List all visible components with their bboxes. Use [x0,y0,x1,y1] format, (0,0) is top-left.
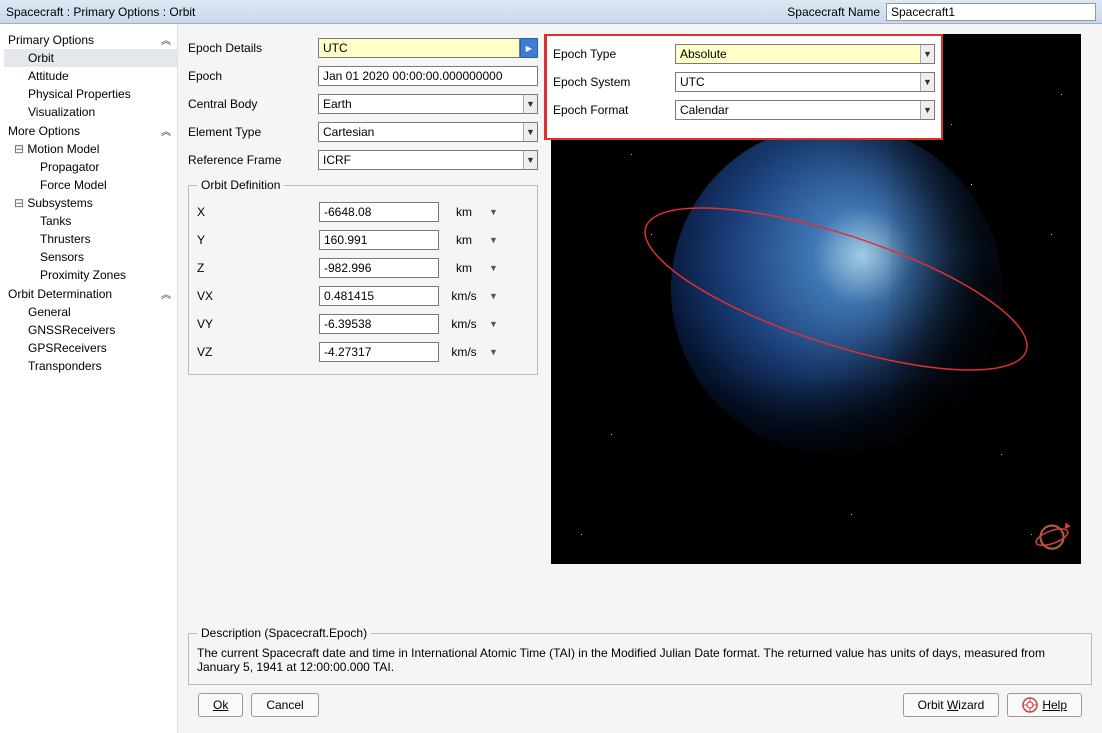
unit-menu-vx[interactable]: ▼ [489,291,503,301]
orbit-indicator-icon [1031,514,1073,556]
orbit-definition-legend: Orbit Definition [197,178,284,192]
sidebar-item-force-model[interactable]: Force Model [4,176,177,194]
orbit-x-unit: km [439,205,489,219]
central-body-combo[interactable]: Earth▼ [318,94,538,114]
section-primary-options[interactable]: Primary Options︽ [4,30,177,49]
epoch-details-popup-overlay: Epoch Type Absolute▼ Epoch System UTC▼ E… [545,34,943,140]
sidebar-item-gps-receivers[interactable]: GPSReceivers [4,339,177,357]
breadcrumb: Spacecraft : Primary Options : Orbit [6,5,195,19]
description-text: The current Spacecraft date and time in … [197,646,1083,674]
section-more-options[interactable]: More Options︽ [4,121,177,140]
chevron-up-icon: ︽ [159,32,173,47]
epoch-details-label: Epoch Details [188,41,318,55]
unit-menu-z[interactable]: ▼ [489,263,503,273]
help-button[interactable]: Help [1007,693,1082,717]
epoch-type-combo[interactable]: Absolute▼ [675,44,935,64]
section-orbit-determination[interactable]: Orbit Determination︽ [4,284,177,303]
orbit-y-input[interactable] [319,230,439,250]
reference-frame-combo[interactable]: ICRF▼ [318,150,538,170]
section-motion-model[interactable]: ⊟ Motion Model [4,140,177,158]
sidebar-item-sensors[interactable]: Sensors [4,248,177,266]
section-subsystems[interactable]: ⊟ Subsystems [4,194,177,212]
description-group: Description (Spacecraft.Epoch) The curre… [188,626,1092,685]
element-type-combo[interactable]: Cartesian▼ [318,122,538,142]
sidebar-item-tanks[interactable]: Tanks [4,212,177,230]
spacecraft-name-label: Spacecraft Name [787,5,880,19]
minus-icon: ⊟ [14,142,24,156]
unit-menu-vz[interactable]: ▼ [489,347,503,357]
sidebar-item-physical-properties[interactable]: Physical Properties [4,85,177,103]
chevron-down-icon: ▼ [920,73,934,91]
orbit-definition-group: Orbit Definition Xkm▼ Ykm▼ Zkm▼ VXkm/s▼ … [188,178,538,375]
epoch-system-combo[interactable]: UTC▼ [675,72,935,92]
orbit-vx-unit: km/s [439,289,489,303]
sidebar-item-visualization[interactable]: Visualization [4,103,177,121]
title-bar: Spacecraft : Primary Options : Orbit Spa… [0,0,1102,24]
spacecraft-name-input[interactable] [886,3,1096,21]
minus-icon: ⊟ [14,196,24,210]
sidebar-item-general[interactable]: General [4,303,177,321]
element-type-label: Element Type [188,125,318,139]
cancel-button[interactable]: Cancel [251,693,318,717]
chevron-up-icon: ︽ [159,123,173,138]
sidebar-item-transponders[interactable]: Transponders [4,357,177,375]
sidebar-item-attitude[interactable]: Attitude [4,67,177,85]
sidebar-item-thrusters[interactable]: Thrusters [4,230,177,248]
orbit-vy-unit: km/s [439,317,489,331]
sidebar-item-propagator[interactable]: Propagator [4,158,177,176]
epoch-format-combo[interactable]: Calendar▼ [675,100,935,120]
help-icon [1022,697,1038,713]
chevron-down-icon: ▼ [920,45,934,63]
orbit-x-input[interactable] [319,202,439,222]
orbit-vz-unit: km/s [439,345,489,359]
orbit-wizard-button[interactable]: Orbit Wizard [903,693,1000,717]
orbit-vz-input[interactable] [319,342,439,362]
chevron-down-icon: ▼ [920,101,934,119]
orbit-vx-input[interactable] [319,286,439,306]
orbit-z-unit: km [439,261,489,275]
sidebar-item-gnss-receivers[interactable]: GNSSReceivers [4,321,177,339]
unit-menu-vy[interactable]: ▼ [489,319,503,329]
sidebar: Primary Options︽ Orbit Attitude Physical… [0,24,178,733]
sidebar-item-orbit[interactable]: Orbit [4,49,177,67]
unit-menu-x[interactable]: ▼ [489,207,503,217]
unit-menu-y[interactable]: ▼ [489,235,503,245]
ok-button[interactable]: Ok [198,693,243,717]
epoch-label: Epoch [188,69,318,83]
epoch-details-expand-button[interactable]: ▶ [520,38,538,58]
orbit-form: Epoch Details UTC ▶ Epoch Central Body E… [188,34,538,564]
sidebar-item-proximity-zones[interactable]: Proximity Zones [4,266,177,284]
button-bar: Ok Cancel Orbit Wizard Help [188,685,1092,727]
epoch-details-combo[interactable]: UTC [318,38,520,58]
chevron-down-icon: ▼ [523,95,537,113]
chevron-up-icon: ︽ [159,286,173,301]
epoch-input[interactable] [318,66,538,86]
chevron-down-icon: ▼ [523,151,537,169]
reference-frame-label: Reference Frame [188,153,318,167]
orbit-y-unit: km [439,233,489,247]
chevron-down-icon: ▼ [523,123,537,141]
orbit-z-input[interactable] [319,258,439,278]
description-legend: Description (Spacecraft.Epoch) [197,626,371,640]
orbit-vy-input[interactable] [319,314,439,334]
central-body-label: Central Body [188,97,318,111]
